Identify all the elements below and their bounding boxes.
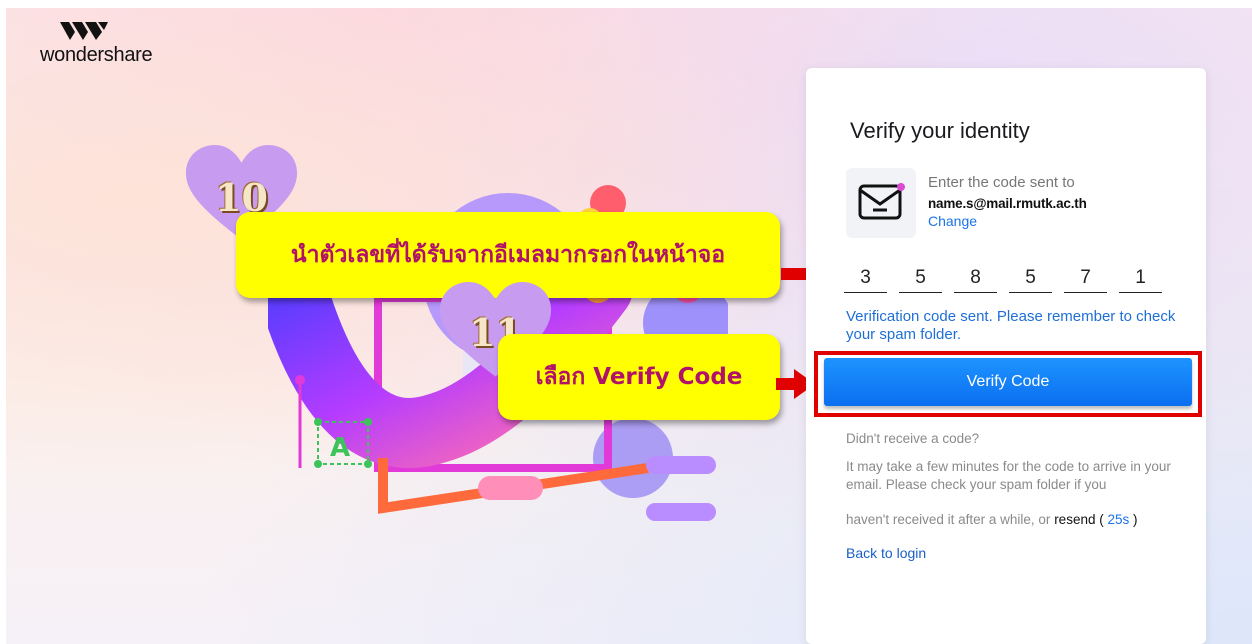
mail-icon — [858, 183, 905, 220]
timer-close: ) — [1129, 512, 1138, 527]
mail-icon-box — [846, 168, 916, 238]
wondershare-mark-icon — [60, 22, 108, 40]
verify-card: Verify your identity Enter the code sent… — [806, 68, 1206, 644]
page-title: Verify your identity — [850, 118, 1030, 143]
havent-received-text: haven't received it after a while, or — [846, 512, 1055, 527]
may-take-text: It may take a few minutes for the code t… — [846, 459, 1171, 492]
timer-open: ( — [1095, 512, 1108, 527]
resend-link[interactable]: resend — [1054, 512, 1095, 527]
change-email-link[interactable]: Change — [928, 213, 977, 229]
page-background: wondershare A 10 นำตัวเลขที่ได้รับจากอีเ… — [6, 8, 1252, 644]
code-digit-3[interactable] — [954, 264, 997, 293]
resend-timer: 25s — [1107, 512, 1130, 527]
code-digit-2[interactable] — [899, 264, 942, 293]
step-11-instruction: เลือก Verify Code — [498, 334, 780, 420]
code-sent-message: Verification code sent. Please remember … — [846, 308, 1176, 343]
code-digit-6[interactable] — [1119, 264, 1162, 293]
back-to-login-link[interactable]: Back to login — [846, 545, 926, 561]
enter-code-text: Enter the code sent to — [928, 174, 1075, 191]
verification-code-inputs — [844, 264, 1170, 293]
resend-line: haven't received it after a while, or re… — [846, 512, 1186, 527]
email-address: name.s@mail.rmutk.ac.th — [928, 196, 1087, 211]
verify-code-button[interactable]: Verify Code — [824, 358, 1192, 406]
code-digit-1[interactable] — [844, 264, 887, 293]
code-digit-4[interactable] — [1009, 264, 1052, 293]
illustration-letter: A — [330, 433, 350, 463]
brand-name: wondershare — [40, 44, 153, 66]
code-digit-5[interactable] — [1064, 264, 1107, 293]
didnt-receive-text: Didn't receive a code? — [846, 431, 980, 446]
